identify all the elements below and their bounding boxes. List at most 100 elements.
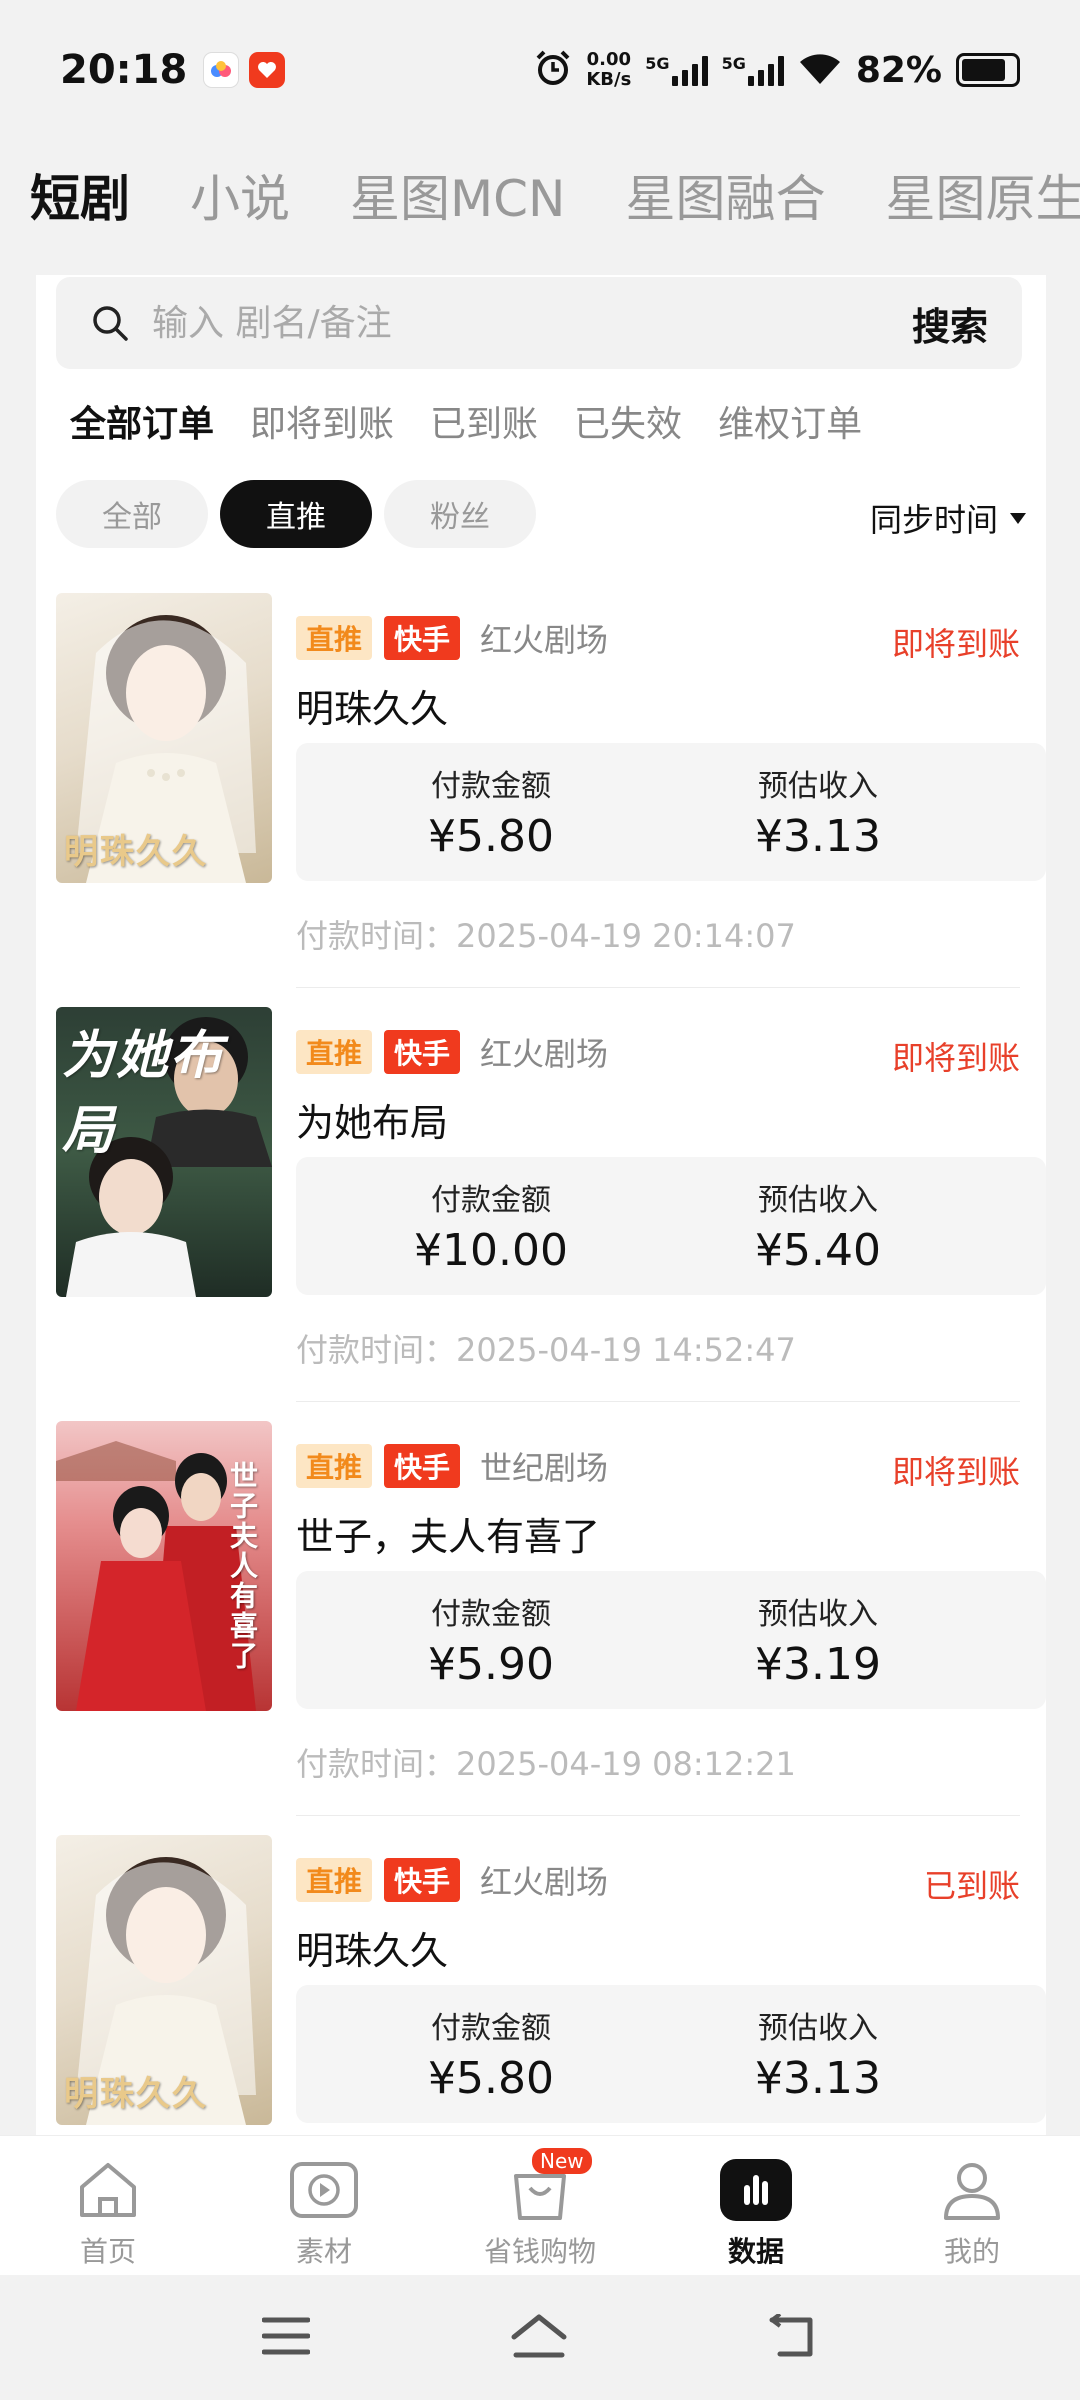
chip-all[interactable]: 全部 — [56, 480, 208, 548]
drama-poster[interactable]: 明珠久久 — [56, 593, 272, 883]
theater-name: 世纪剧场 — [480, 1449, 609, 1487]
drama-poster[interactable]: 世子夫人有喜了 — [56, 1421, 272, 1711]
pay-amount: ¥5.80 — [428, 2053, 554, 2104]
order-status-tabs: 全部订单 即将到账 已到账 已失效 维权订单 — [70, 395, 862, 447]
battery-icon — [956, 53, 1020, 87]
alarm-icon — [534, 49, 572, 91]
tag-direct: 直推 — [296, 616, 373, 660]
chip-fans[interactable]: 粉丝 — [384, 480, 536, 548]
nav-home-label: 首页 — [79, 2235, 136, 2268]
orders-panel: 搜索 全部订单 即将到账 已到账 已失效 维权订单 全部 直推 粉丝 同步时间 — [36, 275, 1046, 2135]
drama-title: 明珠久久 — [296, 1929, 449, 1973]
pay-amount-label: 付款金额 — [431, 2011, 551, 2046]
tab-upcoming[interactable]: 即将到账 — [250, 395, 394, 447]
est-income: ¥3.19 — [755, 1639, 881, 1690]
est-income-label: 预估收入 — [758, 1183, 878, 1218]
user-icon — [936, 2156, 1008, 2224]
home-icon — [72, 2156, 144, 2224]
search-button[interactable]: 搜索 — [912, 296, 988, 351]
est-income: ¥3.13 — [755, 2053, 881, 2104]
red-app-icon — [249, 52, 286, 88]
tab-xingtu-native[interactable]: 星图原生 — [885, 159, 1080, 231]
bottom-nav: 首页 素材 New 省钱购物 数据 我的 — [0, 2135, 1080, 2275]
pay-amount: ¥5.90 — [428, 1639, 554, 1690]
top-category-tabs: 短剧 小说 星图MCN 星图融合 星图原生 — [0, 150, 1080, 240]
tag-kuaishou: 快手 — [384, 616, 461, 660]
search-bar: 搜索 — [56, 277, 1022, 369]
battery-percent: 82% — [855, 49, 942, 91]
nav-mine[interactable]: 我的 — [864, 2136, 1080, 2275]
tag-kuaishou: 快手 — [384, 1444, 461, 1488]
tab-novel[interactable]: 小说 — [190, 159, 290, 231]
system-nav-bar — [0, 2275, 1080, 2400]
drama-title: 明珠久久 — [296, 687, 449, 731]
tab-arrived[interactable]: 已到账 — [430, 395, 538, 447]
tab-xingtu-fusion[interactable]: 星图融合 — [625, 159, 825, 231]
divider — [296, 1401, 1020, 1402]
status-bar: 20:18 0.00 KB/s 5G 5G 82% — [0, 0, 1080, 140]
order-card[interactable]: 明珠久久 直推 快手 红火剧场 即将到账 明珠久久 付款金额 ¥5.80 预估收… — [36, 593, 1046, 1007]
status-time: 20:18 — [60, 47, 188, 93]
tag-kuaishou: 快手 — [384, 1030, 461, 1074]
est-income-label: 预估收入 — [758, 1597, 878, 1632]
nav-shopping-label: 省钱购物 — [483, 2235, 596, 2268]
home-button-icon[interactable] — [510, 2313, 568, 2363]
order-status: 已到账 — [923, 1867, 1020, 1905]
order-tags: 直推 快手 红火剧场 — [296, 1857, 608, 1903]
menu-icon[interactable] — [261, 2316, 311, 2360]
amount-box: 付款金额 ¥5.80 预估收入 ¥3.13 — [296, 743, 1046, 881]
divider — [296, 1815, 1020, 1816]
theater-name: 红火剧场 — [480, 1863, 609, 1901]
poster-caption: 明珠久久 — [64, 2074, 208, 2114]
tab-rights-orders[interactable]: 维权订单 — [718, 395, 862, 447]
theater-name: 红火剧场 — [480, 621, 609, 659]
pay-time: 付款时间：2025-04-19 14:52:47 — [296, 1331, 796, 1369]
order-card[interactable]: 为她布局 直推 快手 红火剧场 即将到账 为她布局 付款金额 ¥10.00 预估… — [36, 1007, 1046, 1421]
tab-short-drama[interactable]: 短剧 — [30, 159, 130, 231]
theater-name: 红火剧场 — [480, 1035, 609, 1073]
drama-title: 为她布局 — [296, 1101, 449, 1145]
wifi-icon — [798, 50, 842, 90]
nav-material-label: 素材 — [295, 2235, 352, 2268]
signal-2: 5G — [722, 54, 784, 86]
est-income-label: 预估收入 — [758, 769, 878, 804]
order-list: 明珠久久 直推 快手 红火剧场 即将到账 明珠久久 付款金额 ¥5.80 预估收… — [36, 593, 1046, 2135]
bar-chart-icon — [720, 2156, 792, 2224]
caret-down-icon — [1010, 512, 1026, 524]
pay-amount: ¥5.80 — [428, 811, 554, 862]
order-status: 即将到账 — [891, 1039, 1020, 1077]
tag-direct: 直推 — [296, 1030, 373, 1074]
pay-time: 付款时间：2025-04-19 08:12:21 — [296, 1745, 796, 1783]
divider — [296, 987, 1020, 988]
new-badge: New — [532, 2148, 592, 2174]
tab-expired[interactable]: 已失效 — [574, 395, 682, 447]
amount-box: 付款金额 ¥10.00 预估收入 ¥5.40 — [296, 1157, 1046, 1295]
sync-time-dropdown[interactable]: 同步时间 — [870, 495, 1026, 541]
nav-home[interactable]: 首页 — [0, 2136, 216, 2275]
drama-poster[interactable]: 为她布局 — [56, 1007, 272, 1297]
order-status: 即将到账 — [891, 1453, 1020, 1491]
est-income-label: 预估收入 — [758, 2011, 878, 2046]
nav-material[interactable]: 素材 — [216, 2136, 432, 2275]
chip-direct[interactable]: 直推 — [220, 480, 372, 548]
order-card[interactable]: 明珠久久 直推 快手 红火剧场 已到账 明珠久久 付款金额 ¥5.80 预估收入… — [36, 1835, 1046, 2135]
tab-xingtu-mcn[interactable]: 星图MCN — [350, 159, 565, 231]
tag-direct: 直推 — [296, 1444, 373, 1488]
back-icon[interactable] — [768, 2311, 818, 2362]
nav-data[interactable]: 数据 — [648, 2136, 864, 2275]
tag-direct: 直推 — [296, 1858, 373, 1902]
net-speed: 0.00 KB/s — [586, 49, 632, 90]
tab-all-orders[interactable]: 全部订单 — [70, 395, 214, 447]
poster-caption: 世子夫人有喜了 — [226, 1461, 259, 1671]
pay-amount: ¥10.00 — [414, 1225, 568, 1276]
tag-kuaishou: 快手 — [384, 1858, 461, 1902]
nav-shopping[interactable]: New 省钱购物 — [432, 2136, 648, 2275]
drama-poster[interactable]: 明珠久久 — [56, 1835, 272, 2125]
pay-amount-label: 付款金额 — [431, 1597, 551, 1632]
order-card[interactable]: 世子夫人有喜了 直推 快手 世纪剧场 即将到账 世子，夫人有喜了 付款金额 ¥5… — [36, 1421, 1046, 1835]
drama-title: 世子，夫人有喜了 — [296, 1515, 601, 1559]
order-tags: 直推 快手 世纪剧场 — [296, 1443, 608, 1489]
cloud-app-icon — [203, 52, 240, 88]
order-tags: 直推 快手 红火剧场 — [296, 615, 608, 661]
search-input[interactable] — [152, 302, 912, 344]
